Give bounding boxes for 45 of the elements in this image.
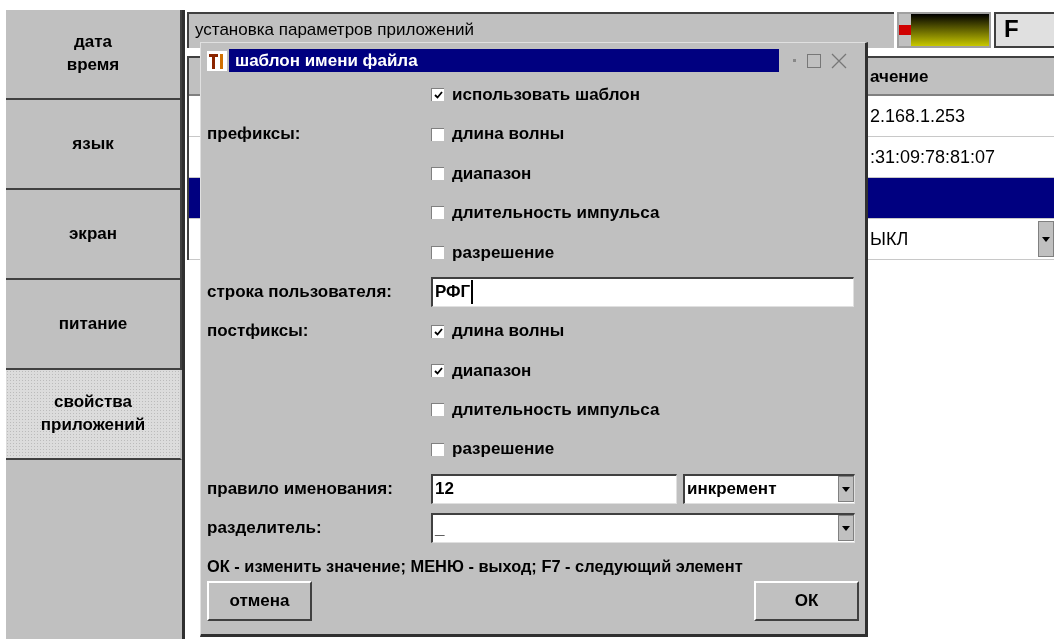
table-cell-text: :31:09:78:81:07 <box>870 145 996 169</box>
dialog-button[interactable]: ОК <box>754 580 859 621</box>
field-label: разделитель: <box>207 518 322 538</box>
input-field[interactable]: РФГ <box>431 276 854 307</box>
dialog-title: шаблон имени файла <box>229 49 779 72</box>
sidebar-item[interactable]: язык <box>6 100 182 190</box>
checkbox[interactable] <box>431 403 444 417</box>
dialog-button[interactable]: отмена <box>207 580 312 621</box>
field-label: префиксы: <box>207 124 301 144</box>
app-icon <box>207 50 227 71</box>
checkbox-label: использовать шаблон <box>452 83 640 106</box>
sidebar-item[interactable]: дата время <box>6 10 182 100</box>
input-field[interactable]: 12 <box>431 473 677 504</box>
field-label: постфиксы: <box>207 321 309 341</box>
column-header: ачение <box>870 67 929 86</box>
checkbox[interactable] <box>431 245 444 259</box>
checkbox-label: разрешение <box>452 438 555 461</box>
dropdown-field[interactable]: инкремент <box>683 473 855 504</box>
f-button[interactable]: F <box>994 12 1054 48</box>
sidebar-item[interactable]: свойства приложений <box>6 370 182 460</box>
checkbox-label: диапазон <box>452 162 532 185</box>
checkbox-label: длина волны <box>452 123 565 146</box>
checkbox[interactable] <box>431 127 444 141</box>
checkbox-label: разрешение <box>452 241 555 264</box>
checkbox-label: длина волны <box>452 320 565 343</box>
checkbox[interactable] <box>431 88 444 102</box>
table-cell-text: 2.168.1.253 <box>870 104 966 128</box>
dropdown-field[interactable]: _ <box>431 513 855 543</box>
checkbox[interactable] <box>431 442 444 456</box>
checkbox[interactable] <box>431 363 444 377</box>
hint-text: ОК - изменить значение; МЕНЮ - выход; F7 - следующий элемент <box>207 556 743 575</box>
field-label: строка пользователя: <box>207 281 392 301</box>
sidebar-item[interactable]: питание <box>6 280 182 370</box>
checkbox-label: диапазон <box>452 359 532 382</box>
field-label: правило именования: <box>207 478 393 498</box>
checkbox[interactable] <box>431 166 444 180</box>
maximize-icon[interactable] <box>807 53 821 68</box>
dropdown-value: ЫКЛ <box>870 227 909 251</box>
checkbox-label: длительность импульса <box>452 202 660 225</box>
close-icon[interactable] <box>831 52 847 69</box>
checkbox[interactable] <box>431 206 444 220</box>
sidebar-item[interactable]: экран <box>6 190 182 280</box>
checkbox[interactable] <box>431 324 444 338</box>
checkbox-label: длительность импульса <box>452 399 660 422</box>
signal-indicator-icon <box>897 12 991 48</box>
